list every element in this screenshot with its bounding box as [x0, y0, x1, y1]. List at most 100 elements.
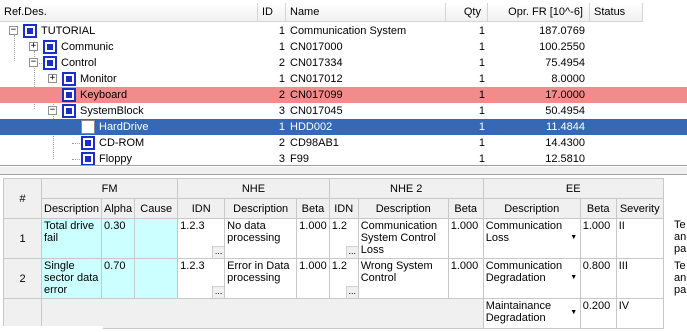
ee-beta-cell[interactable]: 0.800 — [579, 258, 617, 299]
browse-ellipsis-icon[interactable]: ... — [212, 286, 224, 298]
browse-ellipsis-icon[interactable]: ... — [345, 246, 358, 258]
row-qty: 1 — [478, 105, 485, 117]
pane-splitter[interactable] — [0, 166, 687, 175]
col-header-severity[interactable]: Severity — [615, 198, 664, 219]
ee-description-cell[interactable]: Communication Loss ▼ — [482, 218, 581, 259]
fm-description-cell[interactable]: Single sector data error — [40, 258, 103, 299]
row-status — [592, 119, 642, 135]
row-id: 1 — [278, 73, 285, 85]
col-header-status[interactable]: Status — [590, 3, 643, 22]
tree-row[interactable]: + Communic 1 CN017000 1 100.2550 — [0, 39, 687, 55]
row-number[interactable]: 2 — [3, 258, 42, 299]
row-failure-rate: 8.0000 — [551, 73, 585, 85]
dropdown-arrow-icon[interactable]: ▼ — [567, 267, 580, 289]
nhe-idn-cell[interactable]: 1.2.3... — [177, 258, 226, 299]
tree-row[interactable]: − SystemBlock 3 CN017045 1 50.4954 — [0, 103, 687, 119]
row-id: 3 — [278, 105, 285, 117]
nhe2-description-cell[interactable]: Wrong System Control — [357, 258, 449, 299]
nhe2-beta-cell[interactable]: 1.000 — [447, 218, 484, 259]
ee-beta-cell[interactable]: 0.200 — [579, 298, 617, 329]
expand-icon[interactable]: + — [29, 42, 38, 51]
col-header-nhe-description[interactable]: Description — [224, 198, 298, 219]
browse-ellipsis-icon[interactable]: ... — [345, 286, 358, 298]
fmea-row: 2 Single sector data error 0.70 1.2.3...… — [3, 258, 664, 299]
dropdown-arrow-icon[interactable]: ▼ — [567, 227, 580, 249]
cause-cell[interactable] — [134, 258, 179, 299]
tree-row[interactable]: − TUTORIAL 1 Communication System 1 187.… — [0, 23, 687, 39]
severity-cell[interactable]: III — [615, 258, 664, 299]
col-header-refdes[interactable]: Ref.Des. — [0, 3, 258, 22]
col-header-fr[interactable]: Opr. FR [10^-6] — [488, 3, 590, 22]
col-header-ee-beta[interactable]: Beta — [579, 198, 617, 219]
tree-row[interactable]: + Monitor 1 CN017012 1 8.0000 — [0, 71, 687, 87]
fm-description-cell[interactable]: Total drive fail — [40, 218, 103, 259]
severity-cell[interactable]: IV — [615, 298, 664, 329]
nhe-description-cell[interactable]: Error in Data processing — [224, 258, 298, 299]
nhe-description-cell[interactable]: No data processing — [224, 218, 298, 259]
nhe-beta-cell[interactable]: 1.000 — [296, 218, 330, 259]
col-header-nhe-beta[interactable]: Beta — [296, 198, 330, 219]
tree-row[interactable]: Floppy 3 F99 1 12.5810 — [0, 151, 687, 165]
row-id: 2 — [278, 89, 285, 101]
col-header-ee-description[interactable]: Description — [482, 198, 581, 219]
row-qty: 1 — [478, 121, 485, 133]
nhe-beta-cell[interactable]: 1.000 — [296, 258, 330, 299]
tree-grid[interactable]: Ref.Des. ID Name Qty Opr. FR [10^-6] Sta… — [0, 0, 687, 166]
clipped-cell[interactable]: Te an pa — [674, 219, 687, 259]
nhe-idn-cell[interactable]: 1.2.3... — [177, 218, 226, 259]
nhe2-description-cell[interactable]: Communication System Control Loss — [357, 218, 449, 259]
col-header-cause[interactable]: Cause — [134, 198, 179, 219]
row-failure-rate: 75.4954 — [545, 57, 585, 69]
browse-ellipsis-icon[interactable]: ... — [212, 246, 224, 258]
col-header-nhe-idn[interactable]: IDN — [177, 198, 226, 219]
col-header-alpha[interactable]: Alpha — [101, 198, 136, 219]
clipped-cell[interactable]: Te an pa — [674, 260, 687, 300]
row-failure-rate: 17.0000 — [545, 89, 585, 101]
col-header-fm-description[interactable]: Description — [40, 198, 103, 219]
nhe2-idn-cell[interactable]: 1.2... — [328, 218, 359, 259]
row-number[interactable]: 1 — [3, 218, 42, 259]
row-status — [592, 87, 642, 103]
row-number-header: # — [3, 178, 42, 219]
nhe2-idn-cell[interactable]: 1.2... — [328, 258, 359, 299]
tree-row-highlighted[interactable]: Keyboard 2 CN017099 1 17.0000 — [0, 87, 687, 103]
ee-description-cell[interactable]: Maintainance Degradation ▼ — [482, 298, 581, 329]
collapse-icon[interactable]: − — [48, 106, 57, 115]
assembly-node-icon — [81, 136, 95, 150]
tree-row-selected[interactable]: HardDrive 1 HDD002 1 11.4844 — [0, 119, 687, 135]
cause-cell[interactable] — [134, 218, 179, 259]
col-header-qty[interactable]: Qty — [446, 3, 488, 22]
expand-icon[interactable]: + — [48, 74, 57, 83]
empty-span — [41, 298, 484, 329]
col-header-nhe2-description[interactable]: Description — [357, 198, 449, 219]
row-status — [592, 103, 642, 119]
severity-cell[interactable]: II — [615, 218, 664, 259]
col-header-name[interactable]: Name — [286, 3, 446, 22]
dropdown-arrow-icon[interactable]: ▼ — [567, 302, 580, 324]
row-qty: 1 — [478, 73, 485, 85]
tree-row[interactable]: CD-ROM 2 CD98AB1 1 14.4300 — [0, 135, 687, 151]
collapse-icon[interactable]: − — [29, 58, 38, 67]
tree-header: Ref.Des. ID Name Qty Opr. FR [10^-6] Sta… — [0, 3, 687, 22]
alpha-cell[interactable]: 0.30 — [101, 218, 136, 259]
collapse-icon[interactable]: − — [9, 26, 18, 35]
fmea-table: # FM NHE NHE 2 EE Description Alpha Caus… — [3, 178, 664, 329]
fmea-row-extra: Maintainance Degradation ▼ 0.200 IV — [3, 298, 664, 329]
assembly-node-icon — [43, 56, 57, 70]
col-header-id[interactable]: ID — [258, 3, 286, 22]
alpha-cell[interactable]: 0.70 — [101, 258, 136, 299]
col-header-nhe2-beta[interactable]: Beta — [447, 198, 484, 219]
fmea-grid[interactable]: # FM NHE NHE 2 EE Description Alpha Caus… — [0, 175, 687, 332]
nhe2-idn-value: 1.2 — [331, 260, 347, 272]
row-status — [592, 71, 642, 87]
ee-description-value: Maintainance Degradation — [485, 300, 552, 324]
row-name: CN017000 — [290, 41, 343, 53]
nhe2-beta-cell[interactable]: 1.000 — [447, 258, 484, 299]
ee-description-value: Communication Degradation — [485, 260, 563, 284]
tree-row[interactable]: − Control 2 CN017334 1 75.4954 — [0, 55, 687, 71]
fmea-row: 1 Total drive fail 0.30 1.2.3... No data… — [3, 218, 664, 259]
ee-beta-cell[interactable]: 1.000 — [579, 218, 617, 259]
col-header-nhe2-idn[interactable]: IDN — [328, 198, 359, 219]
row-id: 1 — [278, 121, 285, 133]
ee-description-cell[interactable]: Communication Degradation ▼ — [482, 258, 581, 299]
